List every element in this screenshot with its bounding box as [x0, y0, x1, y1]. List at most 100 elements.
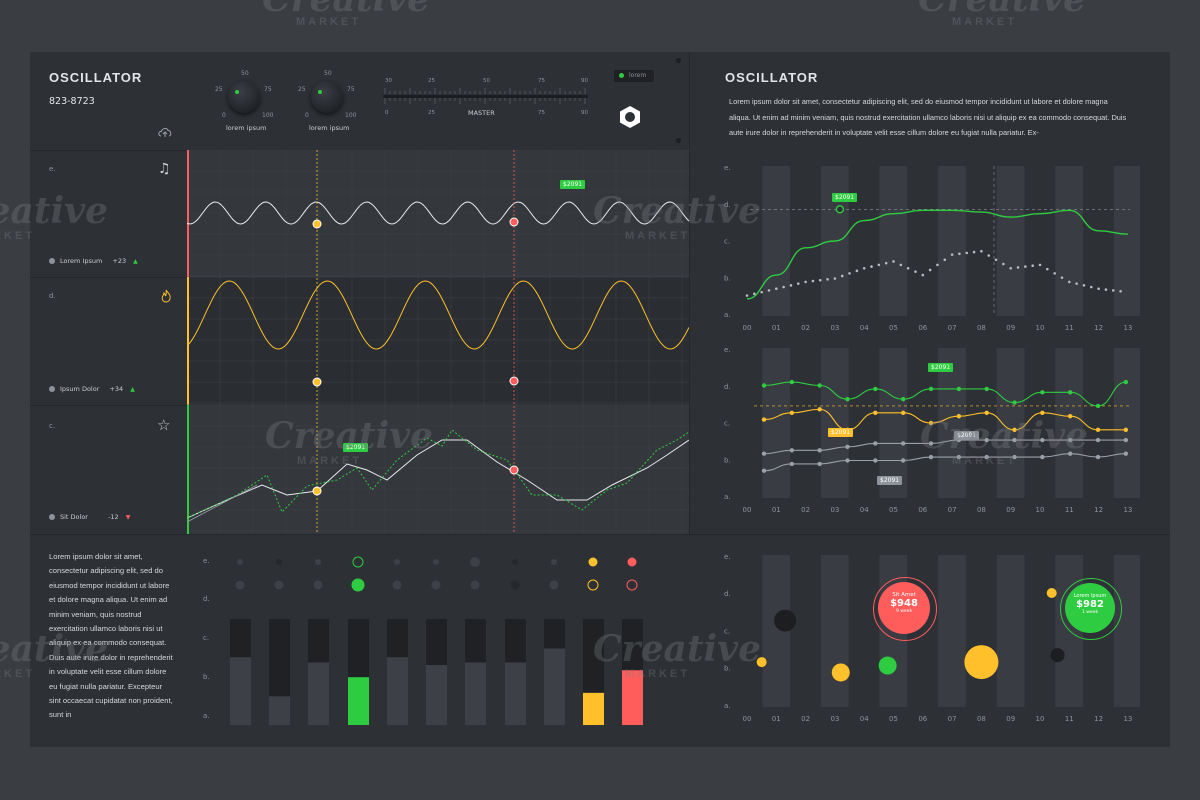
x-tick-label: 08: [977, 506, 986, 514]
grid-dot: [626, 579, 638, 591]
series-gray-dot: [980, 249, 983, 253]
series-point: [1123, 379, 1129, 385]
wave-3-badge: $2091: [343, 443, 369, 452]
bar: [622, 670, 643, 725]
series-gray-dot: [789, 284, 793, 287]
series-gray-dot: [965, 251, 969, 255]
x-tick-label: 08: [977, 324, 986, 332]
column-band: [1055, 166, 1084, 316]
series-point: [1067, 437, 1073, 443]
bar: [348, 677, 369, 725]
knob-1-dial[interactable]: [228, 81, 260, 113]
x-tick-label: 00: [743, 324, 752, 332]
toggle-label: lorem: [629, 72, 647, 79]
grid-dot: [235, 580, 245, 590]
series-gray-dot: [892, 260, 895, 263]
chart-1-badge: $2091: [832, 193, 858, 202]
bar: [505, 662, 526, 725]
series-point: [900, 410, 906, 415]
grid-dot: [392, 580, 402, 590]
x-tick-label: 08: [977, 715, 986, 723]
y-tick-label: a.: [203, 712, 210, 720]
y-tick-label: c.: [724, 627, 730, 635]
series-point: [1095, 437, 1101, 443]
series-point: [845, 458, 850, 463]
screw-icon: [676, 138, 681, 143]
wave-row-bg: [187, 150, 689, 277]
knob-2-max: 100: [345, 112, 357, 119]
series-point: [1095, 403, 1101, 409]
grid-dot: [313, 580, 323, 590]
series-point: [1067, 390, 1073, 395]
series-point: [900, 396, 906, 402]
knob-1[interactable]: 50 25 75 0 100 lorem ipsum: [212, 70, 273, 132]
cloud-upload-icon[interactable]: [157, 125, 173, 139]
lorem-toggle[interactable]: lorem: [614, 70, 654, 82]
screw-icon: [676, 58, 681, 63]
hexagon-icon[interactable]: [617, 104, 643, 130]
bar: [387, 657, 408, 725]
cursor-point: [509, 465, 519, 475]
x-tick-label: 04: [860, 715, 869, 723]
legend-label: Sit Dolor: [60, 513, 88, 521]
series-gray-dot: [1009, 266, 1012, 270]
series-gray-dot: [855, 269, 859, 273]
knob-2-indicator: [318, 90, 322, 94]
series-point: [984, 410, 989, 415]
x-tick-label: 01: [772, 324, 781, 332]
series-point: [900, 441, 906, 446]
series-point: [1040, 454, 1045, 460]
legend-dot: [49, 386, 55, 392]
series-gray-dot: [994, 258, 998, 262]
x-tick-label: 03: [830, 324, 839, 332]
row-accent-bar: [187, 277, 189, 405]
bubble-card-sit-amet[interactable]: Sit Amet $948 9 week: [878, 582, 930, 634]
master-track[interactable]: [383, 95, 588, 98]
master-slider[interactable]: 30 25 50 75 90 0 25 MASTER 75 90: [383, 78, 591, 122]
series-gray-dot: [1068, 280, 1071, 284]
grid-dot: [431, 580, 441, 590]
series-gray-dot: [1111, 289, 1115, 292]
right-title: OSCILLATOR: [725, 70, 819, 85]
x-tick-label: 11: [1065, 324, 1074, 332]
x-tick-label: 11: [1065, 715, 1074, 723]
series-gray-dot: [840, 274, 844, 278]
series-point: [1040, 390, 1045, 395]
chart-2-badge-green: $2091: [928, 363, 954, 372]
line-chart-1: 00 01 02 03 04 05 06 07 08 09 10 11 12 13 e. d. c. b. a.: [724, 164, 1140, 332]
x-tick-label: 11: [1065, 506, 1074, 514]
series-gray-dot: [1038, 263, 1042, 267]
series-point: [928, 454, 934, 460]
wave-charts: [187, 150, 689, 534]
knob-2-dial[interactable]: [311, 81, 343, 113]
series-gray-dot: [833, 277, 837, 280]
series-point: [1123, 437, 1129, 443]
music-note-icon: ♫: [158, 161, 171, 177]
bar: [269, 696, 290, 725]
bubble-card-lorem-ipsum[interactable]: Lorem Ipsum $982 1 week: [1065, 583, 1115, 633]
series-gray-dot: [943, 258, 947, 262]
column-band: [820, 348, 849, 498]
series-gray-dot: [745, 294, 749, 297]
column-band: [1113, 166, 1140, 316]
watermark-sub: MARKET: [296, 16, 362, 28]
grid-dot: [510, 580, 520, 590]
series-point: [1067, 413, 1073, 419]
master-bottom-tick: 75: [538, 110, 545, 116]
x-tick-label: 05: [889, 506, 898, 514]
dot-bar-chart: e. d. c. b. a.: [203, 556, 643, 725]
bubble-card-value: $948: [890, 598, 918, 609]
column-band: [762, 166, 791, 316]
series-point: [928, 386, 934, 392]
bubble-card-sub: 9 week: [895, 609, 913, 614]
control-strip: 50 25 75 0 100 lorem ipsum 50 25 75 0 10…: [187, 52, 689, 150]
x-tick-label: 10: [1036, 506, 1045, 514]
x-tick-label: 13: [1123, 506, 1132, 514]
knob-1-min: 0: [222, 112, 226, 119]
cursor-point: [312, 219, 322, 229]
knob-2[interactable]: 50 25 75 0 100 lorem ipsum: [295, 70, 357, 132]
bubble-point: [1046, 588, 1057, 598]
x-tick-label: 09: [1006, 324, 1015, 332]
grid-dot: [470, 557, 480, 567]
grid-dot: [433, 559, 439, 565]
